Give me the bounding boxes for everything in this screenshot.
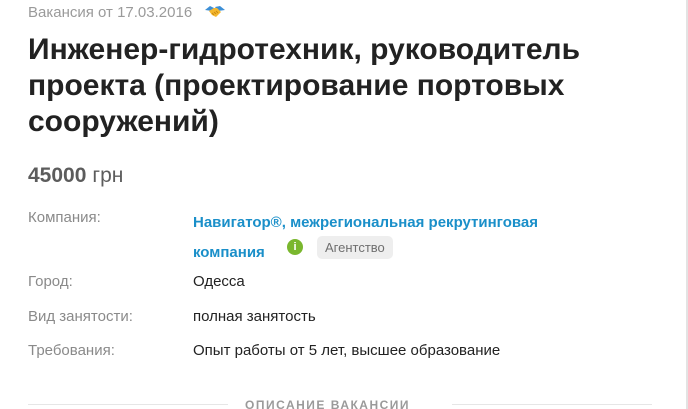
description-heading: ОПИСАНИЕ ВАКАНСИИ [245, 398, 411, 409]
section-divider-left [28, 404, 228, 405]
vacancy-page: Вакансия от 17.03.2016 Инженер-гидротехн… [0, 0, 688, 409]
salary: 45000 грн [28, 164, 123, 188]
city-value: Одесса [193, 273, 245, 290]
handshake-icon [204, 3, 226, 21]
vacancy-title: Инженер-гидротехник, руководитель проект… [28, 33, 581, 138]
vacancy-date: Вакансия от 17.03.2016 [28, 3, 193, 21]
section-divider-right [452, 404, 652, 405]
agency-badge: Агентство [317, 236, 393, 259]
employment-label: Вид занятости: [28, 308, 133, 325]
employment-value: полная занятость [193, 308, 316, 325]
company-label: Компания: [28, 209, 101, 226]
verified-check-icon[interactable]: i [287, 239, 303, 255]
salary-amount: 45000 [28, 164, 87, 187]
company-link[interactable]: Навигатор®, межрегиональная рекрутингова… [193, 208, 613, 268]
requirements-value: Опыт работы от 5 лет, высшее образование [193, 342, 501, 359]
city-label: Город: [28, 273, 73, 290]
salary-currency: грн [92, 164, 124, 187]
vacancy-date-line: Вакансия от 17.03.2016 [28, 2, 226, 22]
requirements-label: Требования: [28, 342, 115, 359]
